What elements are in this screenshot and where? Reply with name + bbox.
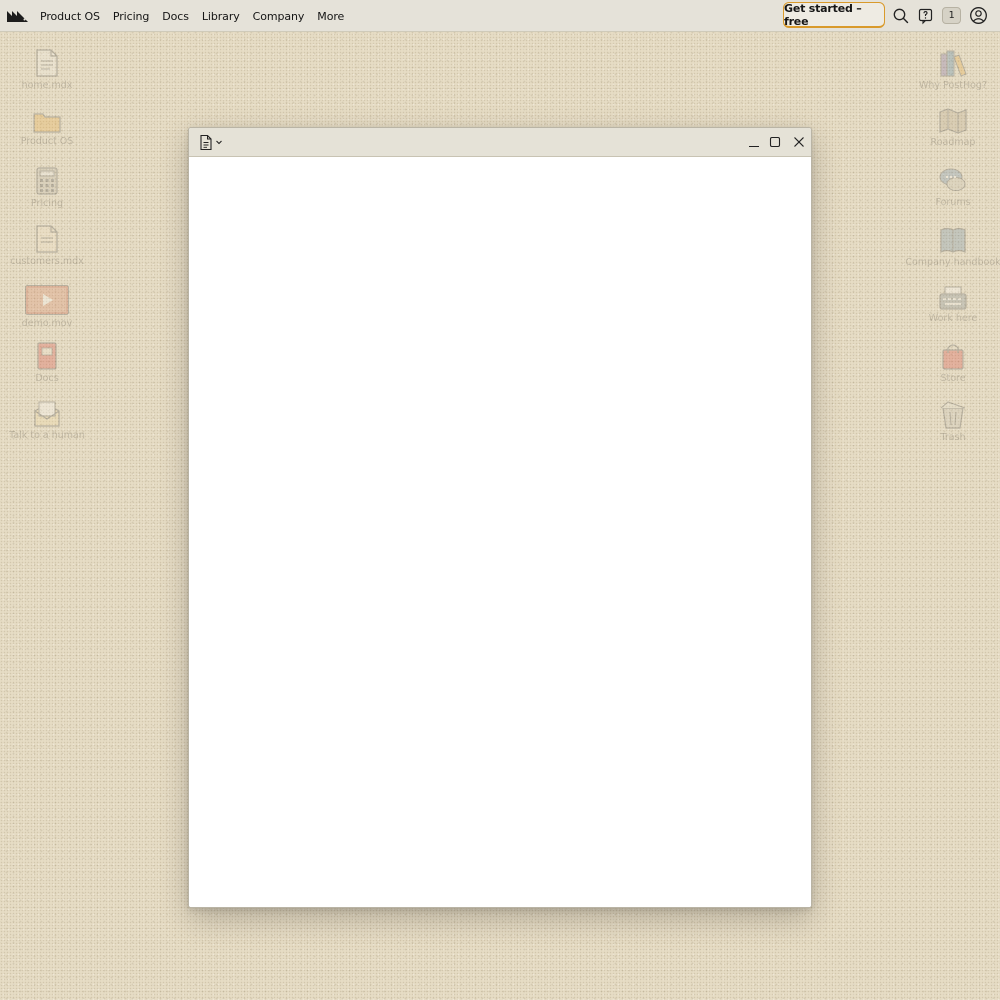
desktop-icon-label: Company handbook xyxy=(905,257,1000,268)
books-icon xyxy=(940,50,967,77)
trash-icon xyxy=(940,401,966,429)
window-content xyxy=(189,157,811,907)
nav-item-library[interactable]: Library xyxy=(202,10,240,23)
document-icon xyxy=(200,134,212,151)
desktop-icon-label: Forums xyxy=(935,197,971,208)
book-icon xyxy=(37,342,57,370)
document-window xyxy=(188,127,812,908)
document-menu-button[interactable] xyxy=(198,134,226,151)
get-started-button[interactable]: Get started – free xyxy=(783,2,885,28)
desktop-icon-label: demo.mov xyxy=(21,318,73,329)
top-nav-bar: Product OS Pricing Docs Library Company … xyxy=(0,0,1000,32)
desktop-icon-product-os[interactable]: Product OS xyxy=(0,111,97,148)
desktop-icon-trash[interactable]: Trash xyxy=(903,401,1000,444)
help-icon[interactable] xyxy=(917,7,935,25)
desktop-icon-work-here[interactable]: Work here xyxy=(903,286,1000,325)
desktop-icon-forums[interactable]: Forums xyxy=(903,166,1000,209)
desktop-icon-label: customers.mdx xyxy=(10,256,84,267)
document-icon xyxy=(36,225,58,253)
notification-badge[interactable]: 1 xyxy=(942,7,961,24)
nav-item-more[interactable]: More xyxy=(317,10,344,23)
handbook-icon xyxy=(940,227,966,253)
desktop-icon-label: home.mdx xyxy=(21,80,73,91)
nav-item-product-os[interactable]: Product OS xyxy=(40,10,100,23)
main-nav: Product OS Pricing Docs Library Company … xyxy=(40,0,357,32)
desktop-icon-label: Why PostHog? xyxy=(919,80,987,91)
desktop-icon-company-handbook[interactable]: Company handbook xyxy=(903,226,1000,269)
shopping-bag-icon xyxy=(942,344,964,370)
folder-icon xyxy=(33,113,61,133)
close-button[interactable] xyxy=(792,135,806,149)
search-icon[interactable] xyxy=(892,7,910,25)
envelope-icon xyxy=(34,401,60,427)
chat-icon xyxy=(939,168,966,191)
nav-item-docs[interactable]: Docs xyxy=(162,10,189,23)
desktop-icon-label: Work here xyxy=(928,313,978,324)
desktop-icon-label: Talk to a human xyxy=(9,430,85,441)
nav-item-company[interactable]: Company xyxy=(253,10,305,23)
desktop-icon-label: Product OS xyxy=(20,136,74,147)
desktop-icon-why-posthog[interactable]: Why PostHog? xyxy=(903,49,1000,92)
calculator-icon xyxy=(36,167,58,195)
desktop-icon-docs[interactable]: Docs xyxy=(0,342,97,385)
desktop-icon-talk-to-human[interactable]: Talk to a human xyxy=(0,401,97,442)
desktop-icon-label: Docs xyxy=(35,373,59,384)
desktop-icon-label: Pricing xyxy=(30,198,64,209)
desktop-icon-store[interactable]: Store xyxy=(903,342,1000,385)
desktop-icon-label: Store xyxy=(940,373,966,384)
chevron-down-icon xyxy=(216,140,222,145)
map-icon xyxy=(939,108,967,134)
desktop-icon-label: Roadmap xyxy=(930,137,976,148)
posthog-logo-icon[interactable] xyxy=(7,9,28,22)
maximize-button[interactable] xyxy=(768,135,782,149)
desktop-icon-demo[interactable]: demo.mov xyxy=(0,285,97,330)
minimize-button[interactable] xyxy=(747,135,761,149)
desktop-icon-label: Trash xyxy=(940,432,966,443)
user-account-icon[interactable] xyxy=(969,6,988,25)
window-titlebar[interactable] xyxy=(189,128,811,157)
desktop-icon-customers[interactable]: customers.mdx xyxy=(0,225,97,268)
document-icon xyxy=(36,49,58,77)
desktop-icon-pricing[interactable]: Pricing xyxy=(0,167,97,210)
video-icon xyxy=(25,285,69,315)
desktop-icon-home[interactable]: home.mdx xyxy=(0,49,97,92)
nav-item-pricing[interactable]: Pricing xyxy=(113,10,149,23)
typewriter-icon xyxy=(939,286,967,310)
desktop-icon-roadmap[interactable]: Roadmap xyxy=(903,108,1000,149)
